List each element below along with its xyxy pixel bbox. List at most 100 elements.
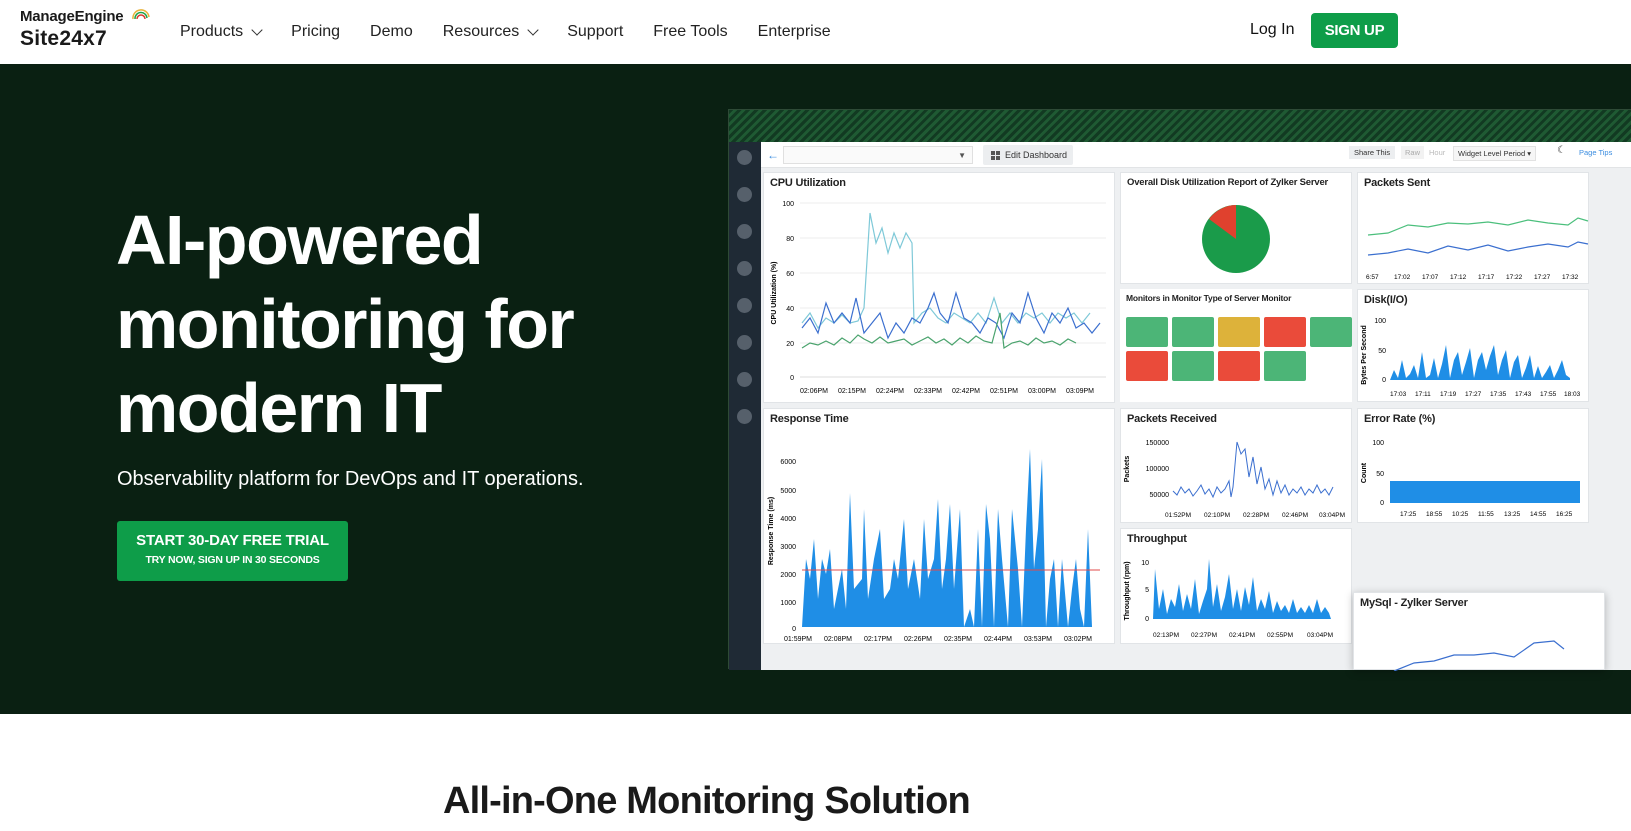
site24x7-logo[interactable]: ManageEngine Site24x7 [20, 8, 150, 56]
x-tick: 16:25 [1556, 511, 1573, 518]
x-tick: 17:27 [1534, 274, 1551, 281]
nav-free-tools[interactable]: Free Tools [653, 23, 727, 41]
mysql-series [1393, 640, 1565, 671]
nav-label: Support [567, 23, 624, 40]
y-tick: 50000 [1150, 492, 1170, 499]
x-tick: 17:55 [1540, 391, 1557, 398]
nav-pricing[interactable]: Pricing [291, 23, 340, 41]
x-tick: 17:35 [1490, 391, 1507, 398]
widget-response-time[interactable]: Response Time Response Time (ms) 6000 50… [763, 408, 1115, 644]
hero-title-line: monitoring for [116, 285, 575, 363]
packets-sent-series-blue [1367, 241, 1589, 256]
x-tick: 17:07 [1422, 274, 1439, 281]
dashboard-selector[interactable]: ▼ [783, 146, 973, 164]
x-tick: 02:35PM [944, 636, 972, 643]
x-tick: 17:17 [1478, 274, 1495, 281]
widget-packets-sent[interactable]: Packets Sent 6:57 17:02 17:07 17:12 17:1… [1357, 172, 1589, 284]
widget-disk-utilization-report[interactable]: Overall Disk Utilization Report of Zylke… [1120, 172, 1352, 284]
widget-packets-received[interactable]: Packets Received Packets 150000 100000 5… [1120, 408, 1352, 523]
y-tick: 80 [786, 236, 794, 243]
hero-title-line: modern IT [116, 369, 442, 447]
rail-menu-icon [737, 150, 752, 165]
status-tile-red[interactable] [1218, 351, 1260, 381]
x-tick: 02:15PM [838, 388, 866, 395]
x-tick: 03:00PM [1028, 388, 1056, 395]
back-arrow-icon[interactable]: ← [767, 148, 779, 162]
x-tick: 02:46PM [1282, 512, 1308, 519]
widget-disk-io[interactable]: Disk(I/O) Bytes Per Second 100 50 0 17:0… [1357, 289, 1589, 402]
widget-error-rate[interactable]: Error Rate (%) Count 100 50 0 17:25 18:5… [1357, 408, 1589, 523]
nav-support[interactable]: Support [567, 23, 623, 41]
status-tile-green[interactable] [1172, 317, 1214, 347]
y-tick: 150000 [1146, 440, 1169, 447]
y-tick: 1000 [780, 600, 796, 607]
nav-enterprise[interactable]: Enterprise [758, 23, 831, 41]
x-tick: 02:26PM [904, 636, 932, 643]
theme-moon-icon[interactable]: ☾ [1557, 145, 1566, 156]
rail-menu-icon [737, 372, 752, 387]
dashboard-toolbar: ← ▼ Edit Dashboard Share This Raw Hour W… [761, 142, 1631, 168]
y-tick: 2000 [780, 572, 796, 579]
disk-io-area [1390, 345, 1570, 380]
dashboard-header-stripe [729, 110, 1631, 142]
status-tile-green[interactable] [1172, 351, 1214, 381]
status-tile-yellow[interactable] [1218, 317, 1260, 347]
widget-mysql-server[interactable]: MySql - Zylker Server [1353, 592, 1605, 671]
share-button[interactable]: Share This [1349, 146, 1396, 159]
period-select[interactable]: Widget Level Period ▾ [1453, 146, 1536, 161]
cpu-series-light [801, 212, 1091, 330]
x-tick: 11:55 [1478, 511, 1494, 518]
cpu-chart: 100 80 60 40 20 0 CPU Utilization (%) 02… [771, 201, 1106, 395]
hour-toggle[interactable]: Hour [1429, 148, 1445, 157]
x-tick: 02:55PM [1267, 632, 1293, 639]
edit-dashboard-button[interactable]: Edit Dashboard [983, 145, 1073, 165]
disk-io-chart: Bytes Per Second 100 50 0 17:03 17:11 17… [1361, 318, 1581, 398]
x-tick: 17:03 [1390, 391, 1407, 398]
x-tick: 17:43 [1515, 391, 1532, 398]
y-tick: 0 [1382, 377, 1386, 384]
x-tick: 17:25 [1400, 511, 1417, 518]
x-tick: 14:55 [1530, 511, 1547, 518]
x-tick: 18:03 [1564, 391, 1581, 398]
throughput-chart: Throughput (rpm) 10 5 0 02:13PM 02:27PM … [1124, 559, 1333, 639]
status-tile-green[interactable] [1310, 317, 1352, 347]
status-tile-red[interactable] [1126, 351, 1168, 381]
disk-pie-chart [1202, 205, 1270, 273]
logo-site24x7-text: Site24x7 [20, 27, 107, 50]
x-tick: 03:04PM [1319, 512, 1345, 519]
mysql-chart [1393, 640, 1565, 671]
dashboard-side-rail [729, 142, 761, 670]
status-tile-green[interactable] [1264, 351, 1306, 381]
signup-button[interactable]: SIGN UP [1311, 13, 1398, 48]
status-tile-red[interactable] [1264, 317, 1306, 347]
rail-menu-icon [737, 224, 752, 239]
nav-demo[interactable]: Demo [370, 23, 413, 41]
y-tick: 0 [1145, 616, 1149, 623]
widget-throughput[interactable]: Throughput Throughput (rpm) 10 5 0 02:13… [1120, 528, 1352, 644]
widget-monitors-status[interactable]: Monitors in Monitor Type of Server Monit… [1120, 289, 1352, 402]
status-tile-green[interactable] [1126, 317, 1168, 347]
rail-menu-icon [737, 261, 752, 276]
x-tick: 02:17PM [864, 636, 892, 643]
y-tick: 50 [1376, 471, 1384, 478]
chevron-down-icon [251, 24, 263, 36]
y-tick: 40 [786, 306, 794, 313]
login-link[interactable]: Log In [1250, 21, 1294, 39]
raw-toggle[interactable]: Raw [1401, 146, 1425, 159]
dashboard-preview: ← ▼ Edit Dashboard Share This Raw Hour W… [728, 109, 1631, 671]
x-tick: 02:08PM [824, 636, 852, 643]
start-free-trial-button[interactable]: START 30-DAY FREE TRIAL TRY NOW, SIGN UP… [117, 521, 348, 581]
cta-sub-label: TRY NOW, SIGN UP IN 30 SECONDS [145, 554, 320, 566]
page-tips-link[interactable]: Page Tips [1579, 148, 1612, 157]
packets-received-series [1172, 441, 1334, 499]
x-tick: 13:25 [1504, 511, 1521, 518]
rail-menu-icon [737, 298, 752, 313]
widget-cpu-utilization[interactable]: CPU Utilization 100 80 60 40 20 0 CPU Ut… [763, 172, 1115, 403]
nav-resources[interactable]: Resources [443, 23, 539, 41]
x-tick: 03:53PM [1024, 636, 1052, 643]
nav-products[interactable]: Products [180, 23, 263, 41]
x-tick: 02:44PM [984, 636, 1012, 643]
y-tick: 6000 [780, 459, 796, 466]
x-tick: 10:25 [1452, 511, 1469, 518]
x-tick: 02:27PM [1191, 632, 1217, 639]
